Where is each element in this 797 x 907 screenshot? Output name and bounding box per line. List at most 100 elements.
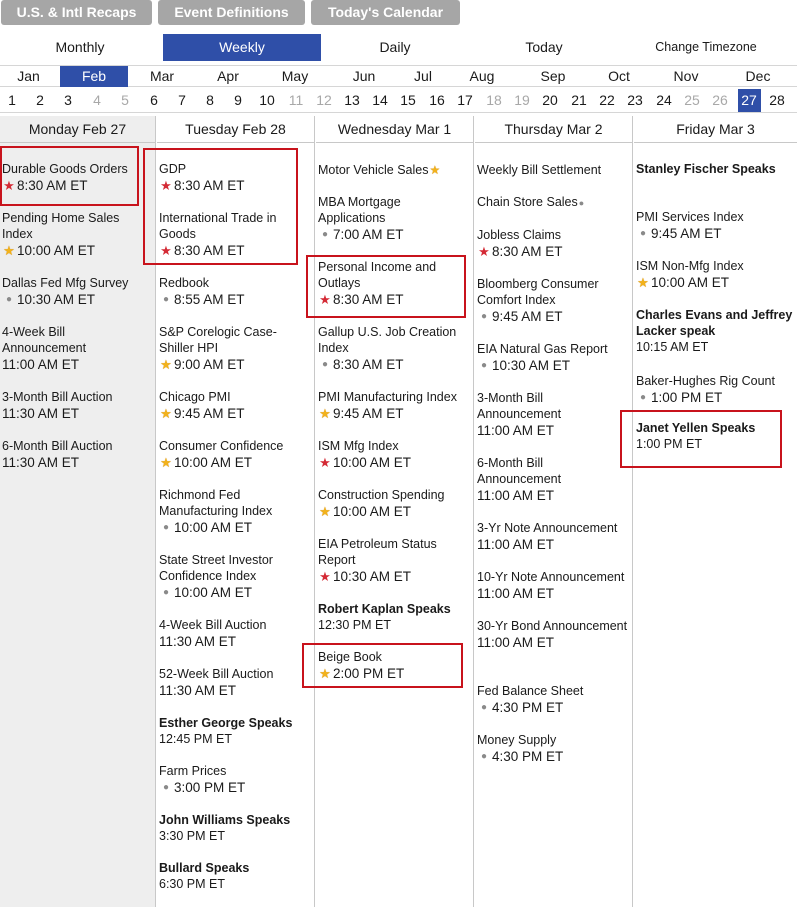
day-6[interactable]: 6: [143, 89, 166, 112]
event-title[interactable]: GDP: [159, 161, 310, 177]
day-16[interactable]: 16: [426, 89, 449, 112]
calendar-event[interactable]: ISM Mfg Index ★ 10:00 AM ET: [316, 438, 473, 471]
calendar-event[interactable]: 52-Week Bill Auction 11:30 AM ET: [157, 666, 314, 699]
day-3[interactable]: 3: [57, 89, 80, 112]
event-title[interactable]: MBA Mortgage Applications: [318, 194, 469, 226]
calendar-event[interactable]: 3-Yr Note Announcement 11:00 AM ET: [475, 520, 632, 553]
view-today[interactable]: Today: [465, 34, 623, 61]
event-title[interactable]: Bloomberg Consumer Comfort Index: [477, 276, 628, 308]
day-17[interactable]: 17: [454, 89, 477, 112]
day-20[interactable]: 20: [539, 89, 562, 112]
day-4[interactable]: 4: [86, 89, 109, 112]
event-title[interactable]: Construction Spending: [318, 487, 469, 503]
day-22[interactable]: 22: [596, 89, 619, 112]
month-feb[interactable]: Feb: [60, 66, 128, 87]
event-title[interactable]: Fed Balance Sheet: [477, 683, 628, 699]
event-title[interactable]: PMI Manufacturing Index: [318, 389, 469, 405]
calendar-event[interactable]: Money Supply ● 4:30 PM ET: [475, 732, 632, 765]
event-title[interactable]: Farm Prices: [159, 763, 310, 779]
event-title[interactable]: ISM Non-Mfg Index: [636, 258, 793, 274]
event-title[interactable]: Richmond Fed Manufacturing Index: [159, 487, 310, 519]
calendar-event[interactable]: GDP ★ 8:30 AM ET: [157, 161, 314, 194]
event-title[interactable]: 52-Week Bill Auction: [159, 666, 310, 682]
event-title[interactable]: Redbook: [159, 275, 310, 291]
month-mar[interactable]: Mar: [133, 66, 191, 87]
day-12[interactable]: 12: [313, 89, 336, 112]
month-apr[interactable]: Apr: [199, 66, 257, 87]
day-23[interactable]: 23: [624, 89, 647, 112]
calendar-event[interactable]: Redbook ● 8:55 AM ET: [157, 275, 314, 308]
event-title[interactable]: Dallas Fed Mfg Survey: [2, 275, 151, 291]
calendar-event[interactable]: Gallup U.S. Job Creation Index ● 8:30 AM E…: [316, 324, 473, 373]
calendar-event[interactable]: Richmond Fed Manufacturing Index ● 10:00 A…: [157, 487, 314, 536]
calendar-event[interactable]: EIA Natural Gas Report ● 10:30 AM ET: [475, 341, 632, 374]
day-13[interactable]: 13: [341, 89, 364, 112]
event-title[interactable]: EIA Petroleum Status Report: [318, 536, 469, 568]
calendar-event[interactable]: Dallas Fed Mfg Survey ● 10:30 AM ET: [0, 275, 155, 308]
calendar-event[interactable]: Janet Yellen Speaks 1:00 PM ET: [634, 420, 797, 453]
calendar-event[interactable]: 6-Month Bill Announcement 11:00 AM ET: [475, 455, 632, 504]
day-18[interactable]: 18: [483, 89, 506, 112]
event-title[interactable]: Personal Income and Outlays: [318, 259, 469, 291]
calendar-event[interactable]: Bullard Speaks 6:30 PM ET: [157, 860, 314, 893]
event-title[interactable]: 4-Week Bill Auction: [159, 617, 310, 633]
calendar-event[interactable]: PMI Services Index ● 9:45 AM ET: [634, 209, 797, 242]
event-title[interactable]: Janet Yellen Speaks: [636, 420, 793, 436]
event-title[interactable]: Stanley Fischer Speaks: [636, 161, 793, 177]
event-title[interactable]: Consumer Confidence: [159, 438, 310, 454]
calendar-event[interactable]: Baker-Hughes Rig Count ● 1:00 PM ET: [634, 373, 797, 406]
month-jun[interactable]: Jun: [333, 66, 395, 87]
event-title[interactable]: Robert Kaplan Speaks: [318, 601, 469, 617]
calendar-event[interactable]: MBA Mortgage Applications ● 7:00 AM ET: [316, 194, 473, 243]
day-8[interactable]: 8: [199, 89, 222, 112]
event-title[interactable]: International Trade in Goods: [159, 210, 310, 242]
month-nov[interactable]: Nov: [649, 66, 723, 87]
calendar-event[interactable]: State Street Investor Confidence Index ● 1…: [157, 552, 314, 601]
calendar-event[interactable]: 10-Yr Note Announcement 11:00 AM ET: [475, 569, 632, 602]
event-title[interactable]: Chicago PMI: [159, 389, 310, 405]
day-2[interactable]: 2: [29, 89, 52, 112]
calendar-event[interactable]: Durable Goods Orders ★ 8:30 AM ET: [0, 161, 155, 194]
event-title[interactable]: 3-Yr Note Announcement: [477, 520, 628, 536]
calendar-event[interactable]: Stanley Fischer Speaks: [634, 161, 797, 177]
calendar-event[interactable]: 30-Yr Bond Announcement 11:00 AM ET: [475, 618, 632, 651]
event-title[interactable]: Chain Store Sales●: [477, 194, 628, 211]
day-7[interactable]: 7: [171, 89, 194, 112]
calendar-event[interactable]: Farm Prices ● 3:00 PM ET: [157, 763, 314, 796]
day-25[interactable]: 25: [681, 89, 704, 112]
calendar-event[interactable]: ISM Non-Mfg Index ★ 10:00 AM ET: [634, 258, 797, 291]
calendar-event[interactable]: Chicago PMI ★ 9:45 AM ET: [157, 389, 314, 422]
calendar-event[interactable]: Pending Home Sales Index ★ 10:00 AM ET: [0, 210, 155, 259]
event-title[interactable]: 6-Month Bill Announcement: [477, 455, 628, 487]
calendar-event[interactable]: Bloomberg Consumer Comfort Index ● 9:45 AM…: [475, 276, 632, 325]
month-sep[interactable]: Sep: [518, 66, 588, 87]
calendar-event[interactable]: EIA Petroleum Status Report ★ 10:30 AM ET: [316, 536, 473, 585]
calendar-event[interactable]: Personal Income and Outlays ★ 8:30 AM ET: [316, 259, 473, 308]
day-11[interactable]: 11: [285, 89, 308, 112]
event-title[interactable]: Money Supply: [477, 732, 628, 748]
day-5[interactable]: 5: [114, 89, 137, 112]
event-title[interactable]: John Williams Speaks: [159, 812, 310, 828]
event-title[interactable]: 3-Month Bill Auction: [2, 389, 151, 405]
view-weekly[interactable]: Weekly: [163, 34, 321, 61]
calendar-event[interactable]: Construction Spending ★ 10:00 AM ET: [316, 487, 473, 520]
tab-us-intl-recaps[interactable]: U.S. & Intl Recaps: [1, 0, 152, 25]
day-26[interactable]: 26: [709, 89, 732, 112]
change-timezone-link[interactable]: Change Timezone: [626, 34, 786, 61]
day-27[interactable]: 27: [737, 89, 761, 112]
day-10[interactable]: 10: [256, 89, 279, 112]
calendar-event[interactable]: Chain Store Sales●: [475, 194, 632, 211]
calendar-event[interactable]: Beige Book ★ 2:00 PM ET: [316, 649, 473, 682]
month-oct[interactable]: Oct: [588, 66, 650, 87]
event-title[interactable]: Bullard Speaks: [159, 860, 310, 876]
event-title[interactable]: Gallup U.S. Job Creation Index: [318, 324, 469, 356]
event-title[interactable]: Charles Evans and Jeffrey Lacker speak: [636, 307, 793, 339]
calendar-event[interactable]: 4-Week Bill Auction 11:30 AM ET: [157, 617, 314, 650]
calendar-event[interactable]: 6-Month Bill Auction 11:30 AM ET: [0, 438, 155, 471]
month-aug[interactable]: Aug: [451, 66, 513, 87]
day-15[interactable]: 15: [397, 89, 420, 112]
event-title[interactable]: EIA Natural Gas Report: [477, 341, 628, 357]
calendar-event[interactable]: 3-Month Bill Announcement 11:00 AM ET: [475, 390, 632, 439]
event-title[interactable]: Durable Goods Orders: [2, 161, 151, 177]
tab-todays-calendar[interactable]: Today's Calendar: [311, 0, 460, 25]
